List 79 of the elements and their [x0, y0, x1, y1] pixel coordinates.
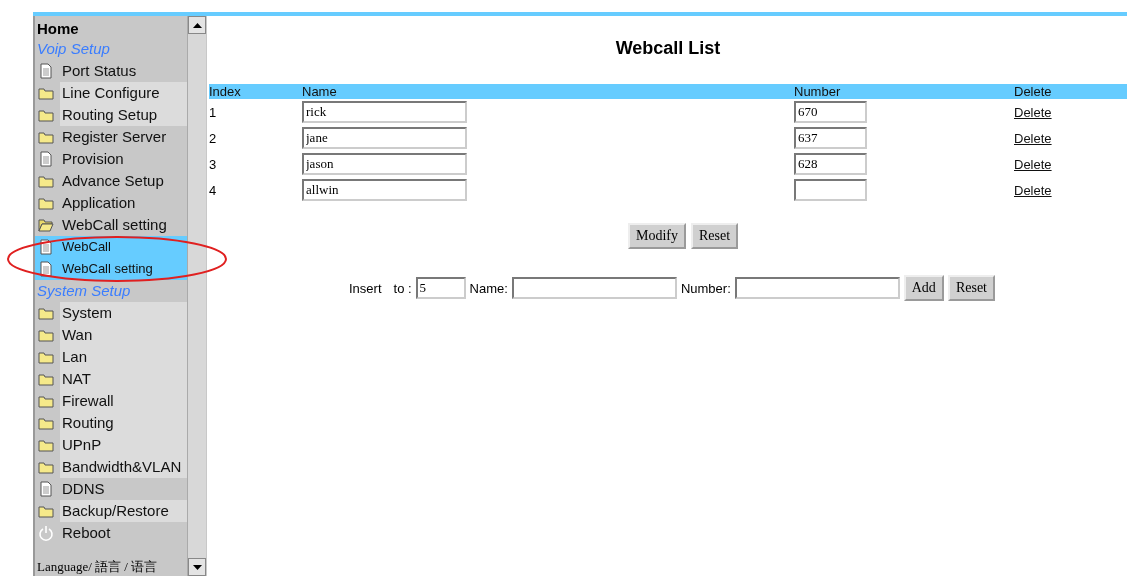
page-icon — [38, 63, 54, 79]
open-folder-icon — [38, 217, 54, 233]
to-label: to : — [393, 280, 412, 296]
menu-item[interactable]: Routing — [60, 412, 187, 434]
index-cell-text: 4 — [209, 182, 218, 198]
index-field[interactable]: 5 — [415, 277, 466, 299]
folder-icon — [38, 503, 54, 519]
menu-item[interactable]: Register Server — [60, 126, 187, 148]
number-field[interactable] — [734, 277, 900, 299]
folder-icon — [38, 195, 54, 211]
delete-link[interactable]: Delete — [1014, 130, 1052, 146]
folder-icon — [38, 437, 54, 453]
menu-item[interactable]: Provision — [60, 148, 187, 170]
menu-item[interactable]: UPnP — [60, 434, 187, 456]
menu-item[interactable]: Bandwidth&VLAN — [60, 456, 187, 478]
column-header: Index — [209, 84, 242, 100]
delete-link[interactable]: Delete — [1014, 156, 1052, 172]
menu-item[interactable]: Backup/Restore — [60, 500, 187, 522]
reset-button[interactable]: Reset — [690, 223, 739, 249]
menu-item[interactable]: DDNS — [60, 478, 187, 500]
delete-link[interactable]: Delete — [1014, 104, 1052, 120]
folder-icon — [38, 415, 54, 431]
menu-item[interactable]: WebCall setting — [60, 214, 187, 236]
menu-item[interactable]: Firewall — [60, 390, 187, 412]
number-field[interactable]: 637 — [794, 127, 867, 149]
scroll-up-button[interactable] — [188, 16, 206, 34]
modify-button[interactable]: Modify — [627, 223, 686, 249]
name-field[interactable]: rick — [302, 101, 467, 123]
index-cell-text: 1 — [209, 104, 218, 120]
folder-icon — [38, 459, 54, 475]
scrollbar[interactable] — [187, 16, 206, 576]
menu-item[interactable]: Application — [60, 192, 187, 214]
menu-item[interactable]: System — [60, 302, 187, 324]
name-field[interactable] — [511, 277, 677, 299]
menu-item[interactable]: Line Configure — [60, 82, 187, 104]
column-header: Delete — [1014, 84, 1053, 100]
page-icon — [38, 239, 54, 255]
delete-link[interactable]: Delete — [1014, 182, 1052, 198]
menu-item[interactable]: Lan — [60, 346, 187, 368]
menu-item[interactable]: Routing Setup — [60, 104, 187, 126]
menu-item[interactable]: Port Status — [60, 60, 187, 82]
folder-icon — [38, 85, 54, 101]
column-header: Number — [794, 84, 842, 100]
folder-icon — [38, 349, 54, 365]
menu-item[interactable]: Advance Setup — [60, 170, 187, 192]
folder-icon — [38, 305, 54, 321]
language-label[interactable]: Language/ 語言 / 语言 — [35, 544, 187, 576]
scroll-down-button[interactable] — [188, 558, 206, 576]
page-icon — [38, 261, 54, 277]
name-field[interactable]: jane — [302, 127, 467, 149]
menu-heading[interactable]: Home — [35, 16, 187, 38]
name-field[interactable]: jason — [302, 153, 467, 175]
folder-icon — [38, 129, 54, 145]
down-arrow-icon — [192, 564, 202, 570]
insert-label: Insert — [349, 280, 382, 296]
reset-button[interactable]: Reset — [947, 275, 995, 301]
folder-icon — [38, 173, 54, 189]
menu-item[interactable]: Wan — [60, 324, 187, 346]
menu-item[interactable]: Reboot — [60, 522, 187, 544]
power-icon — [38, 525, 54, 541]
folder-icon — [38, 371, 54, 387]
up-arrow-icon — [192, 22, 202, 28]
name-label: Name: — [469, 280, 508, 296]
name-field[interactable]: allwin — [302, 179, 467, 201]
column-header: Name — [302, 84, 338, 100]
number-field[interactable] — [794, 179, 867, 201]
index-cell-text: 3 — [209, 156, 218, 172]
page-title: Webcall List — [614, 37, 722, 60]
folder-icon — [38, 327, 54, 343]
add-button[interactable]: Add — [903, 275, 944, 301]
number-field[interactable]: 670 — [794, 101, 867, 123]
number-field[interactable]: 628 — [794, 153, 867, 175]
folder-icon — [38, 107, 54, 123]
menu-item[interactable]: NAT — [60, 368, 187, 390]
page-icon — [38, 151, 54, 167]
index-cell-text: 2 — [209, 130, 218, 146]
number-label: Number: — [680, 280, 731, 296]
page-icon — [38, 481, 54, 497]
folder-icon — [38, 393, 54, 409]
